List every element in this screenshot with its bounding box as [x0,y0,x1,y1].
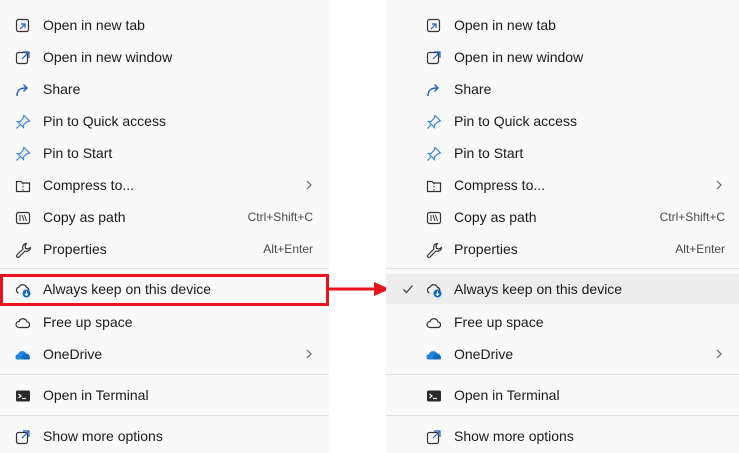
menu-item-open-new-window[interactable]: Open in new window [0,42,329,72]
menu-item-compress[interactable]: Compress to... [0,170,329,200]
menu-item-label: Show more options [454,428,574,444]
menu-item-label: OneDrive [454,346,514,362]
menu-item-free-up-space[interactable]: Free up space [0,307,329,337]
menu-item-free-up-space[interactable]: Free up space [386,307,739,337]
new-window-icon [14,49,32,67]
menu-item-pin-quick-access[interactable]: Pin to Quick access [0,106,329,136]
shortcut-text: Alt+Enter [263,242,313,256]
menu-separator [386,268,739,269]
menu-item-copy-as-path[interactable]: Copy as path Ctrl+Shift+C [386,202,739,232]
menu-item-label: Properties [43,241,107,257]
menu-item-label: Compress to... [454,177,546,193]
pin-icon [425,113,443,131]
onedrive-icon [425,346,443,364]
wrench-icon [425,241,443,259]
menu-item-properties[interactable]: Properties Alt+Enter [0,234,329,264]
menu-separator [386,374,739,375]
menu-item-compress[interactable]: Compress to... [386,170,739,200]
cloud-icon [14,314,32,332]
menu-item-label: Open in new tab [454,17,556,33]
menu-item-copy-as-path[interactable]: Copy as path Ctrl+Shift+C [0,202,329,232]
menu-item-share[interactable]: Share [0,74,329,104]
arrow-right-icon [326,280,392,298]
chevron-right-icon [305,179,313,191]
menu-item-open-new-tab[interactable]: Open in new tab [0,10,329,40]
copy-path-icon [14,209,32,227]
menu-separator [386,415,739,416]
zip-folder-icon [14,177,32,195]
menu-item-label: Copy as path [454,209,537,225]
menu-item-show-more-options[interactable]: Show more options [386,421,739,451]
more-options-icon [425,428,443,446]
menu-item-label: Pin to Start [454,145,524,161]
menu-item-label: OneDrive [43,346,103,362]
share-icon [14,81,32,99]
menu-item-pin-quick-access[interactable]: Pin to Quick access [386,106,739,136]
menu-separator [0,374,329,375]
menu-item-share[interactable]: Share [386,74,739,104]
pin-icon [425,145,443,163]
shortcut-text: Ctrl+Shift+C [659,210,725,224]
menu-item-label: Always keep on this device [454,281,623,297]
wrench-icon [14,241,32,259]
menu-item-label: Open in new tab [43,17,145,33]
menu-item-label: Show more options [43,428,163,444]
menu-item-label: Share [43,81,81,97]
chevron-right-icon [715,348,723,360]
menu-item-onedrive[interactable]: OneDrive [0,339,329,369]
menu-item-properties[interactable]: Properties Alt+Enter [386,234,739,264]
menu-item-label: Share [454,81,492,97]
menu-separator [0,415,329,416]
cloud-download-icon [425,281,443,299]
terminal-icon [425,387,443,405]
menu-item-always-keep[interactable]: Always keep on this device [386,274,739,304]
new-window-icon [425,49,443,67]
chevron-right-icon [305,348,313,360]
menu-item-show-more-options[interactable]: Show more options [0,421,329,451]
menu-item-label: Compress to... [43,177,135,193]
menu-item-pin-start[interactable]: Pin to Start [0,138,329,168]
share-icon [425,81,443,99]
onedrive-icon [14,346,32,364]
menu-item-pin-start[interactable]: Pin to Start [386,138,739,168]
checkmark-icon [402,283,414,295]
menu-item-open-new-window[interactable]: Open in new window [386,42,739,72]
menu-item-open-terminal[interactable]: Open in Terminal [0,380,329,410]
menu-item-label: Copy as path [43,209,126,225]
menu-item-label: Open in Terminal [43,387,149,403]
menu-item-open-new-tab[interactable]: Open in new tab [386,10,739,40]
cloud-icon [425,314,443,332]
menu-item-label: Open in new window [454,49,584,65]
shortcut-text: Alt+Enter [675,242,725,256]
menu-item-label: Free up space [43,314,133,330]
menu-separator [0,268,329,269]
pin-icon [14,113,32,131]
menu-item-label: Properties [454,241,518,257]
menu-item-label: Open in Terminal [454,387,560,403]
new-tab-icon [14,17,32,35]
menu-item-label: Free up space [454,314,544,330]
menu-item-label: Pin to Start [43,145,113,161]
terminal-icon [14,387,32,405]
context-menu-before: Open in new tab Open in new window Share… [0,0,329,453]
zip-folder-icon [425,177,443,195]
menu-item-onedrive[interactable]: OneDrive [386,339,739,369]
menu-item-label: Open in new window [43,49,173,65]
more-options-icon [14,428,32,446]
menu-item-open-terminal[interactable]: Open in Terminal [386,380,739,410]
context-menu-after: Open in new tab Open in new window Share… [386,0,739,453]
pin-icon [14,145,32,163]
shortcut-text: Ctrl+Shift+C [247,210,313,224]
new-tab-icon [425,17,443,35]
menu-item-label: Pin to Quick access [454,113,577,129]
highlight-box [0,274,329,306]
chevron-right-icon [715,179,723,191]
menu-item-label: Pin to Quick access [43,113,166,129]
copy-path-icon [425,209,443,227]
